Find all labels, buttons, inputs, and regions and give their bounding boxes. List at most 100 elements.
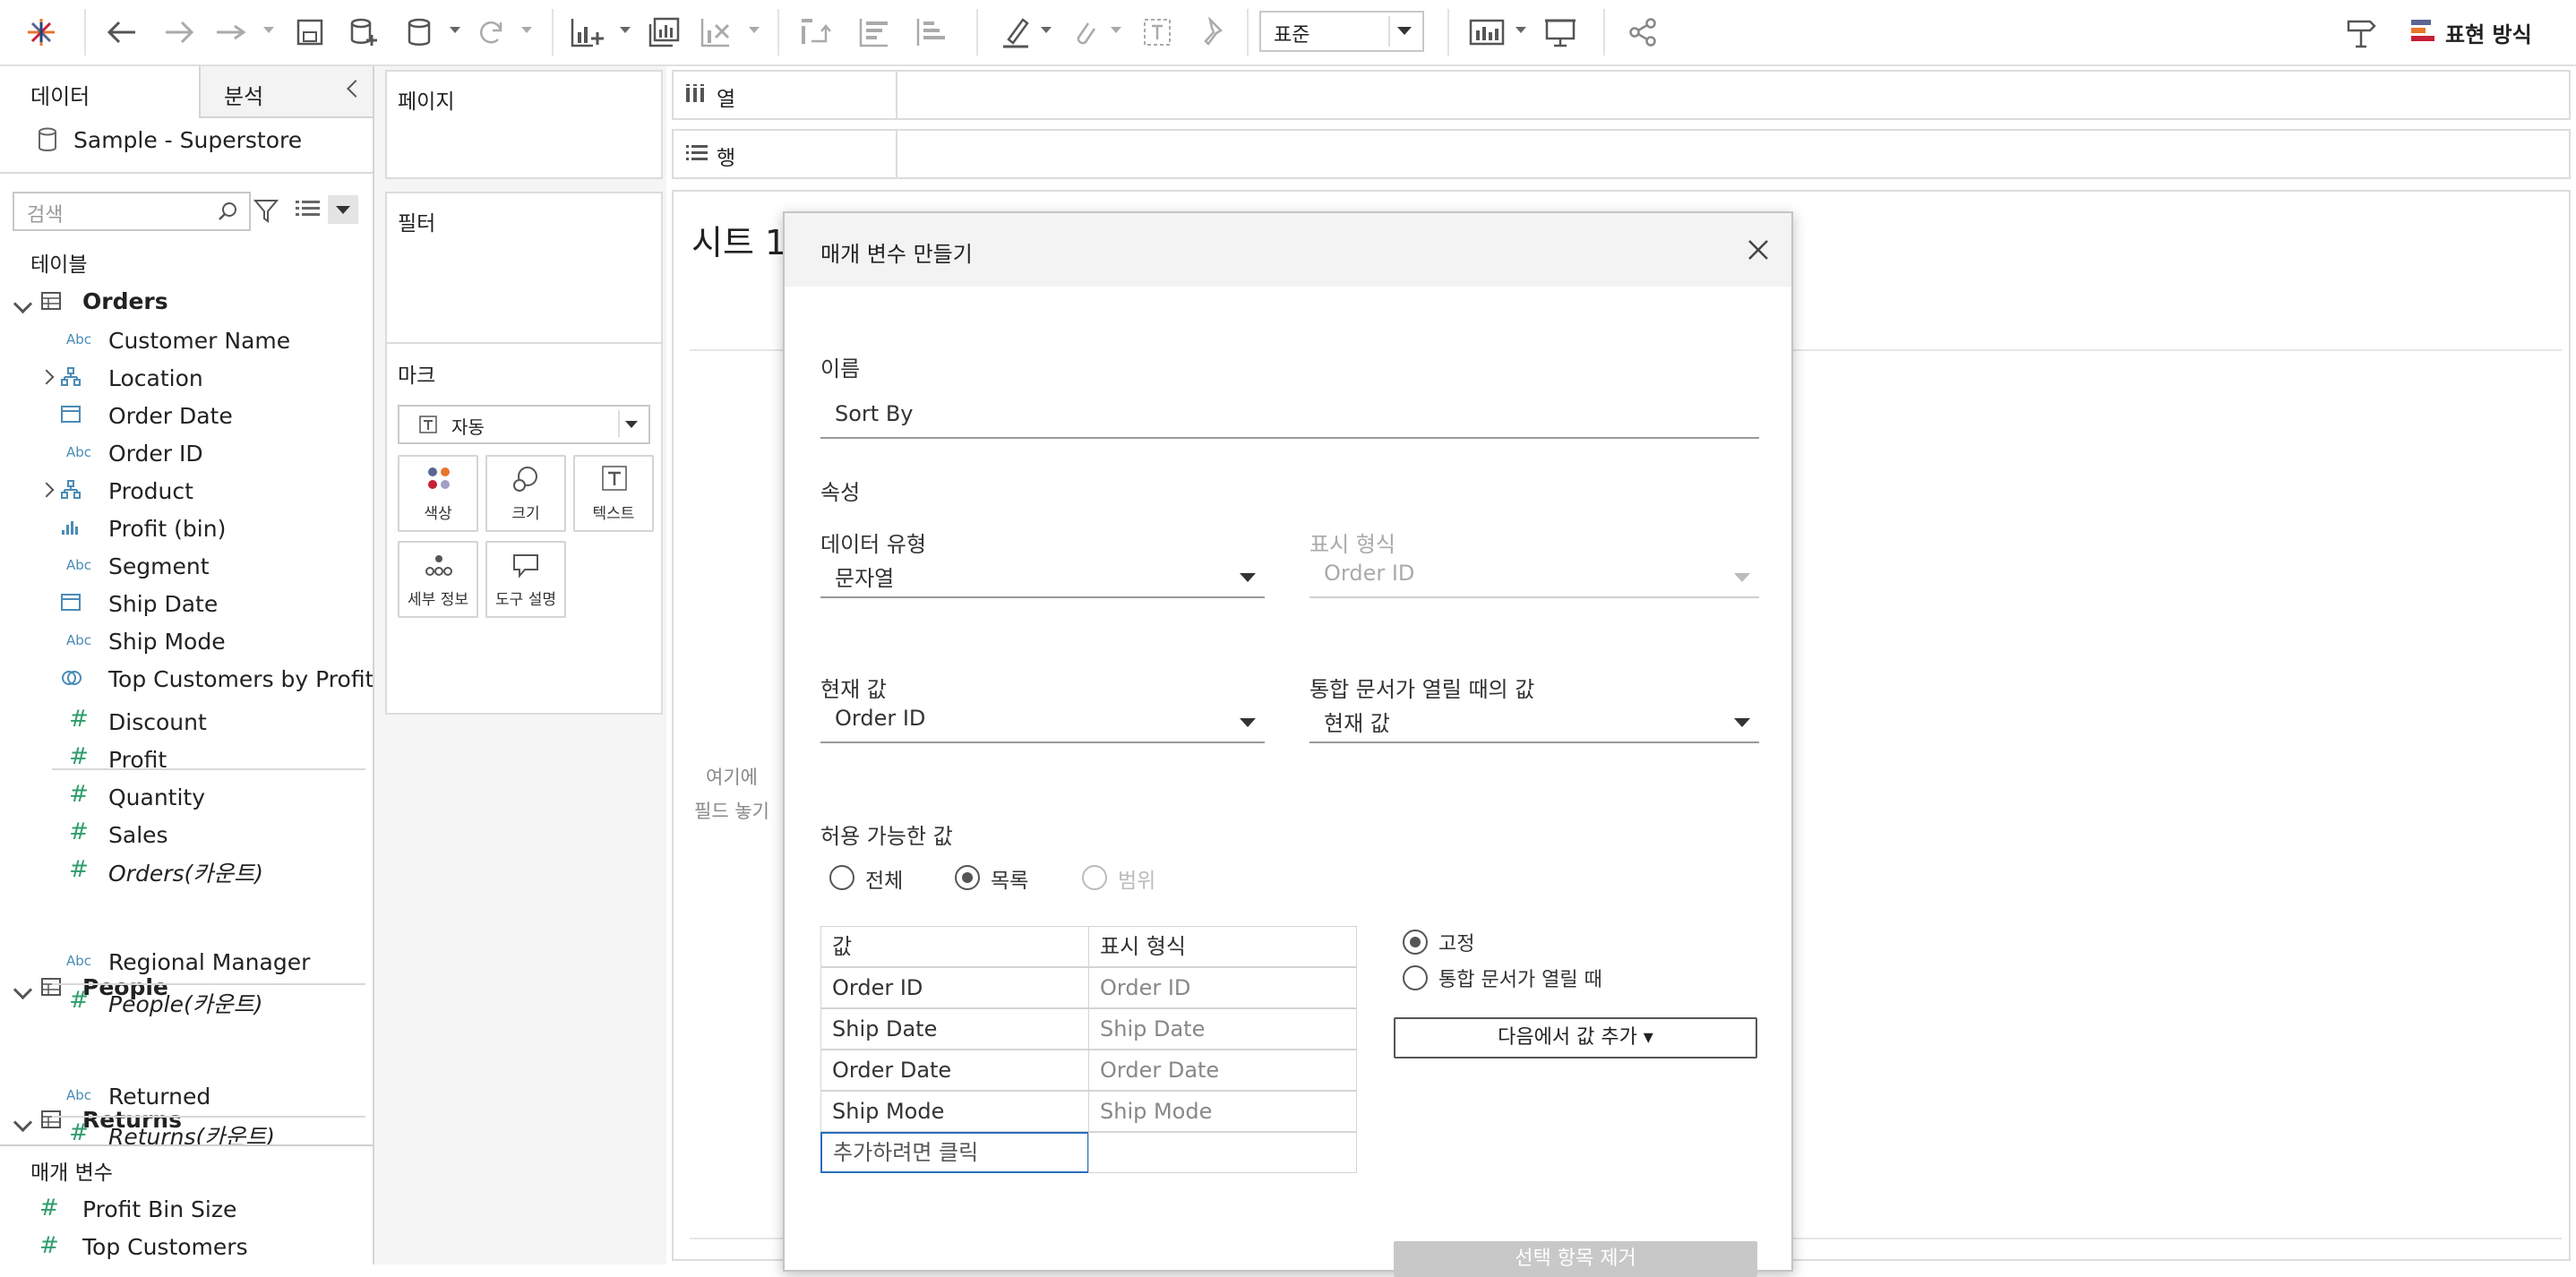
clear-sheet-dropdown-icon[interactable] (749, 27, 760, 33)
list-value-cell[interactable]: Order Date (820, 1050, 1089, 1091)
name-field[interactable]: Sort By (820, 398, 1759, 439)
redo-icon[interactable] (161, 14, 197, 50)
size-mark-button[interactable]: 크기 (485, 455, 566, 532)
add-display-cell[interactable] (1088, 1132, 1357, 1173)
replay-icon[interactable] (215, 14, 251, 50)
sort-descending-icon[interactable] (914, 14, 949, 50)
allowable-range-radio[interactable] (1082, 865, 1107, 890)
list-display-cell[interactable]: Order Date (1088, 1050, 1357, 1091)
story-signpost-icon[interactable] (2343, 14, 2379, 50)
swap-rows-columns-icon[interactable] (797, 14, 833, 50)
measure-item[interactable]: # Profit (0, 741, 367, 777)
search-input[interactable]: 검색 (13, 192, 251, 231)
replay-dropdown-icon[interactable] (263, 27, 274, 33)
sheet-title[interactable]: 시트 1 (691, 215, 786, 264)
fit-dropdown-icon[interactable] (1516, 27, 1526, 33)
expand-arrow-icon[interactable] (39, 482, 55, 498)
share-icon[interactable] (1625, 14, 1661, 50)
measure-item[interactable]: # People(카운트) (0, 985, 367, 1021)
allowable-all-radio[interactable] (829, 865, 854, 890)
tab-data[interactable]: 데이터 (0, 66, 199, 118)
field-item[interactable]: Product (0, 473, 367, 509)
field-item[interactable]: Order Date (0, 398, 367, 433)
field-item[interactable]: Abc Ship Mode (0, 623, 367, 659)
field-item[interactable]: Abc Regional Manager (0, 944, 367, 980)
new-worksheet-dropdown-icon[interactable] (620, 27, 631, 33)
list-value-cell[interactable]: Ship Date (820, 1008, 1089, 1050)
list-display-cell[interactable]: Order ID (1088, 967, 1357, 1008)
data-type-dropdown[interactable]: 문자열 (820, 557, 1265, 598)
field-item[interactable]: Top Customers by Profit (0, 661, 373, 697)
field-item[interactable]: Abc Returned (0, 1078, 367, 1114)
expand-arrow-icon[interactable] (13, 294, 33, 314)
view-options-dropdown[interactable] (328, 195, 358, 224)
measure-item[interactable]: # Orders(카운트) (0, 854, 367, 890)
duplicate-sheet-icon[interactable] (647, 14, 683, 50)
table-orders[interactable]: Orders (0, 283, 367, 321)
new-datasource-icon[interactable] (346, 14, 382, 50)
columns-shelf[interactable]: 열 (672, 70, 2571, 120)
measure-item[interactable]: # Quantity (0, 779, 367, 815)
fixed-radio[interactable] (1403, 930, 1428, 955)
detail-mark-button[interactable]: 세부 정보 (398, 541, 478, 618)
field-item[interactable]: Location (0, 360, 367, 396)
tab-analysis[interactable]: 분석 (199, 66, 373, 118)
rows-shelf[interactable]: 행 (672, 129, 2571, 179)
remove-selected-button[interactable]: 선택 항목 제거 (1394, 1241, 1757, 1277)
collapse-panel-icon[interactable] (347, 80, 365, 98)
tableau-logo-icon[interactable] (23, 14, 59, 50)
parameter-item[interactable]: # Top Customers (0, 1229, 373, 1264)
allowable-list-radio[interactable] (955, 865, 980, 890)
field-item[interactable]: Abc Segment (0, 548, 367, 584)
highlight-icon[interactable] (998, 14, 1034, 50)
save-icon[interactable] (292, 14, 328, 50)
datasource-dropdown-icon[interactable] (450, 27, 460, 33)
format-dropdown[interactable]: 표준 (1259, 11, 1424, 52)
add-value-cell[interactable]: 추가하려면 클릭 (820, 1132, 1089, 1173)
refresh-dropdown-icon[interactable] (521, 27, 532, 33)
presentation-mode-icon[interactable] (1542, 14, 1578, 50)
close-icon[interactable] (1747, 238, 1770, 261)
list-display-cell[interactable]: Ship Date (1088, 1008, 1357, 1050)
highlight-dropdown-icon[interactable] (1041, 27, 1052, 33)
properties-label: 속성 (820, 480, 861, 505)
field-item[interactable]: Abc Customer Name (0, 322, 367, 358)
fit-icon[interactable] (1469, 14, 1505, 50)
on-open-radio[interactable] (1403, 965, 1428, 990)
mark-type-dropdown[interactable]: 자동 (398, 405, 650, 444)
expand-arrow-icon[interactable] (39, 369, 55, 385)
tooltip-mark-button[interactable]: 도구 설명 (485, 541, 566, 618)
current-value-dropdown[interactable]: Order ID (820, 702, 1265, 743)
new-worksheet-icon[interactable] (570, 14, 605, 50)
group-dropdown-icon[interactable] (1111, 27, 1121, 33)
list-value-cell[interactable]: Ship Mode (820, 1091, 1089, 1132)
filter-icon[interactable] (253, 197, 279, 224)
sort-ascending-icon[interactable] (856, 14, 892, 50)
sheet-drop-zone[interactable]: 여기에 필드 놓기 (691, 763, 772, 835)
parameter-item[interactable]: # Profit Bin Size (0, 1191, 373, 1227)
field-item[interactable]: Abc Order ID (0, 435, 367, 471)
display-format-dropdown[interactable]: Order ID (1309, 557, 1759, 598)
text-mark-button[interactable]: 텍스트 (573, 455, 654, 532)
list-display-cell[interactable]: Ship Mode (1088, 1091, 1357, 1132)
measure-item[interactable]: # Discount (0, 704, 367, 740)
field-item[interactable]: Profit (bin) (0, 510, 367, 546)
open-value-dropdown[interactable]: 현재 값 (1309, 702, 1759, 743)
field-item[interactable]: Ship Date (0, 586, 367, 621)
show-mark-labels-icon[interactable] (1139, 14, 1175, 50)
clear-sheet-icon[interactable] (699, 14, 734, 50)
refresh-icon[interactable] (473, 14, 509, 50)
fix-axes-icon[interactable] (1197, 14, 1232, 50)
list-value-cell[interactable]: Order ID (820, 967, 1089, 1008)
show-me-button[interactable]: 표현 방식 (2408, 13, 2569, 50)
color-mark-button[interactable]: 색상 (398, 455, 478, 532)
datasource-icon[interactable] (401, 14, 437, 50)
current-value-label: 현재 값 (820, 677, 887, 702)
add-values-from-button[interactable]: 다음에서 값 추가 ▾ (1394, 1017, 1757, 1058)
undo-icon[interactable] (104, 14, 140, 50)
pages-shelf[interactable]: 페이지 (385, 70, 663, 179)
group-members-icon[interactable] (1066, 14, 1102, 50)
list-view-icon[interactable] (296, 199, 321, 220)
measure-item[interactable]: # Sales (0, 817, 367, 853)
datasource-item[interactable]: Sample - Superstore (0, 122, 373, 158)
